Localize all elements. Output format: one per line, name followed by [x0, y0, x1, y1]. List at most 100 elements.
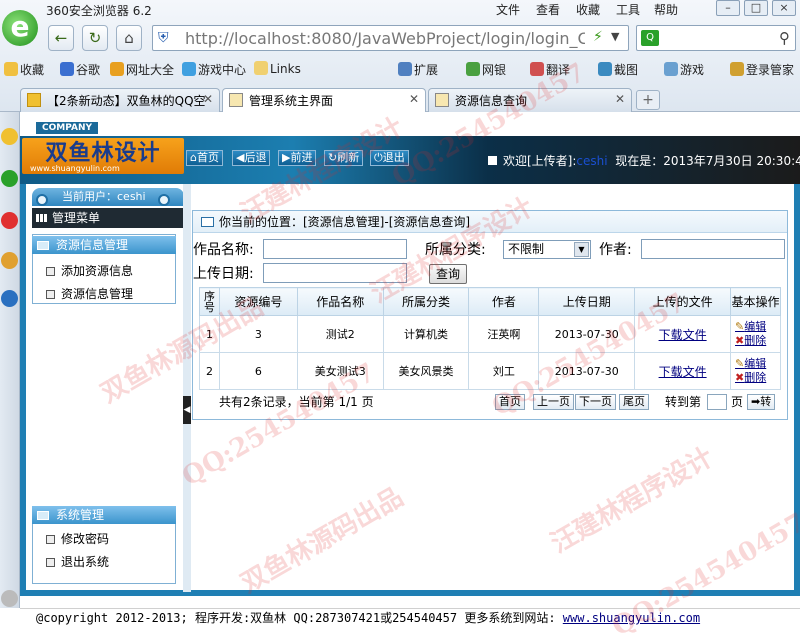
search-engine-icon[interactable]: Q [641, 30, 659, 46]
company-badge: COMPANY [36, 122, 98, 134]
gamepad-icon [664, 62, 678, 76]
toolbar-bank[interactable]: 网银 [466, 61, 506, 78]
nav-refresh-button[interactable]: ↻刷新 [324, 150, 364, 166]
cell-no: 1 [199, 315, 220, 353]
query-button[interactable]: 查询 [429, 264, 467, 284]
back-icon[interactable]: ← [48, 25, 74, 51]
sidebar-item-add-resource[interactable]: 添加资源信息 [46, 262, 133, 279]
favorites-links[interactable]: Links [254, 61, 301, 76]
square-icon [488, 156, 497, 165]
edit-link[interactable]: ✎编辑 [735, 320, 780, 334]
app-icon[interactable] [1, 252, 18, 269]
name-input[interactable] [263, 239, 407, 259]
section-system-header[interactable]: 系统管理 [32, 506, 176, 524]
minimize-button[interactable]: – [716, 0, 740, 16]
cell-name: 美女测试3 [296, 352, 384, 390]
nav-logout-button[interactable]: ⏻退出 [370, 150, 409, 166]
home-icon[interactable]: ⌂ [116, 25, 142, 51]
browser-side-panel [0, 112, 20, 608]
welcome-text: 欢迎[上传者]:ceshi 现在是：2013年7月30日 20:30:47 [488, 152, 800, 169]
admin-page: COMPANY 双鱼林设计 www.shuangyulin.com ⌂首页 ◀后… [20, 112, 800, 608]
toolbar-games[interactable]: 游戏 [664, 61, 704, 78]
download-file-link[interactable]: 下载文件 [634, 315, 732, 353]
address-input[interactable]: http://localhost:8080/JavaWebProject/log… [185, 29, 585, 48]
google-icon [60, 62, 74, 76]
favorites-item[interactable]: 收藏 [4, 61, 44, 78]
toolbar-password-manager[interactable]: 登录管家 [730, 61, 794, 78]
menu-tools[interactable]: 工具 [616, 1, 640, 18]
page-number-input[interactable] [707, 394, 727, 410]
menu-title: 管理菜单 [32, 208, 184, 228]
prev-page-button[interactable]: 上一页 [533, 394, 574, 410]
globe-icon [110, 62, 124, 76]
favorites-bar: 收藏 谷歌 网址大全 游戏中心 Links 扩展 网银 翻译 截图 游戏 登录管… [0, 57, 800, 81]
menu-favorites[interactable]: 收藏 [576, 1, 600, 18]
user-icon[interactable] [1, 290, 18, 307]
chat-icon[interactable] [1, 170, 18, 187]
star-icon [27, 93, 41, 107]
favorites-star-icon[interactable] [1, 128, 18, 145]
menu-view[interactable]: 查看 [536, 1, 560, 18]
go-icon[interactable]: ⚡ [593, 29, 603, 45]
column-header: 序号 [199, 287, 220, 316]
window-icon [37, 241, 49, 250]
favorites-games[interactable]: 游戏中心 [182, 61, 246, 78]
pager: 共有2条记录，当前第 1/1 页 首页 上一页 下一页 尾页 转到第 页 ➡转 [199, 391, 781, 413]
search-box[interactable]: Q ⚲ [636, 25, 796, 51]
sidebar-item-change-password[interactable]: 修改密码 [46, 530, 109, 547]
sidebar-splitter[interactable]: ◀ [183, 184, 191, 592]
name-label: 作品名称: [193, 242, 254, 258]
delete-link[interactable]: ✖删除 [735, 334, 780, 348]
favorites-hao123[interactable]: 网址大全 [110, 61, 174, 78]
first-page-button[interactable]: 首页 [495, 394, 525, 410]
column-header: 上传的文件 [634, 287, 732, 316]
sidebar-item-manage-resource[interactable]: 资源信息管理 [46, 285, 133, 302]
close-icon[interactable]: ✕ [615, 92, 625, 106]
author-input[interactable] [641, 239, 785, 259]
last-page-button[interactable]: 尾页 [619, 394, 649, 410]
resource-table: 序号 资源编号 作品名称 所属分类 作者 上传日期 上传的文件 基本操作 1 3… [199, 287, 781, 390]
tab-resource-query[interactable]: 资源信息查询 ✕ [428, 88, 632, 112]
next-page-button[interactable]: 下一页 [575, 394, 616, 410]
category-select[interactable]: 不限制 ▼ [503, 240, 591, 259]
tab-qq-space[interactable]: 【2条新动态】双鱼林的QQ空 ✕ [20, 88, 220, 112]
close-window-button[interactable]: × [772, 0, 796, 16]
menu-help[interactable]: 帮助 [654, 1, 678, 18]
title-bar: e 360安全浏览器 6.2 文件 查看 收藏 工具 帮助 – □ × [0, 0, 800, 46]
footer-link[interactable]: www.shuangyulin.com [563, 611, 700, 625]
toolbar-translate[interactable]: 翻译 [530, 61, 570, 78]
search-icon[interactable]: ⚲ [779, 29, 790, 47]
section-resource-header[interactable]: 资源信息管理 [32, 236, 176, 254]
browser-chrome: e 360安全浏览器 6.2 文件 查看 收藏 工具 帮助 – □ × ← ↻ … [0, 0, 800, 112]
go-button[interactable]: ➡转 [747, 394, 776, 410]
column-header: 上传日期 [538, 287, 636, 316]
nav-back-button[interactable]: ◀后退 [232, 150, 271, 166]
cell-id: 3 [218, 315, 298, 353]
maximize-button[interactable]: □ [744, 0, 768, 16]
sidebar-item-logout[interactable]: 退出系统 [46, 553, 109, 570]
date-input[interactable] [263, 263, 407, 283]
address-bar[interactable]: ⛨ http://localhost:8080/JavaWebProject/l… [152, 25, 629, 51]
nav-forward-button[interactable]: ▶前进 [278, 150, 317, 166]
delete-x-icon: ✖ [735, 334, 745, 347]
edit-link[interactable]: ✎编辑 [735, 357, 780, 371]
chevron-down-icon[interactable]: ▼ [574, 242, 589, 257]
tab-main-interface[interactable]: 管理系统主界面 ✕ [222, 88, 426, 112]
delete-link[interactable]: ✖删除 [735, 371, 780, 385]
toolbar-extensions[interactable]: 扩展 [398, 61, 438, 78]
settings-gear-icon[interactable] [1, 590, 18, 607]
toolbar-screenshot[interactable]: 截图 [598, 61, 638, 78]
download-file-link[interactable]: 下载文件 [634, 352, 732, 390]
refresh-icon[interactable]: ↻ [82, 25, 108, 51]
new-tab-button[interactable]: + [636, 90, 660, 110]
close-icon[interactable]: ✕ [203, 92, 213, 106]
close-icon[interactable]: ✕ [409, 92, 419, 106]
page-icon [435, 93, 449, 107]
category-label: 所属分类: [425, 242, 486, 258]
menu-file[interactable]: 文件 [496, 1, 520, 18]
nav-home-button[interactable]: ⌂首页 [186, 150, 223, 166]
favorites-google[interactable]: 谷歌 [60, 61, 100, 78]
weibo-icon[interactable] [1, 212, 18, 229]
chevron-down-icon[interactable]: ▼ [611, 30, 619, 43]
collapse-arrow-icon[interactable]: ◀ [183, 396, 191, 424]
